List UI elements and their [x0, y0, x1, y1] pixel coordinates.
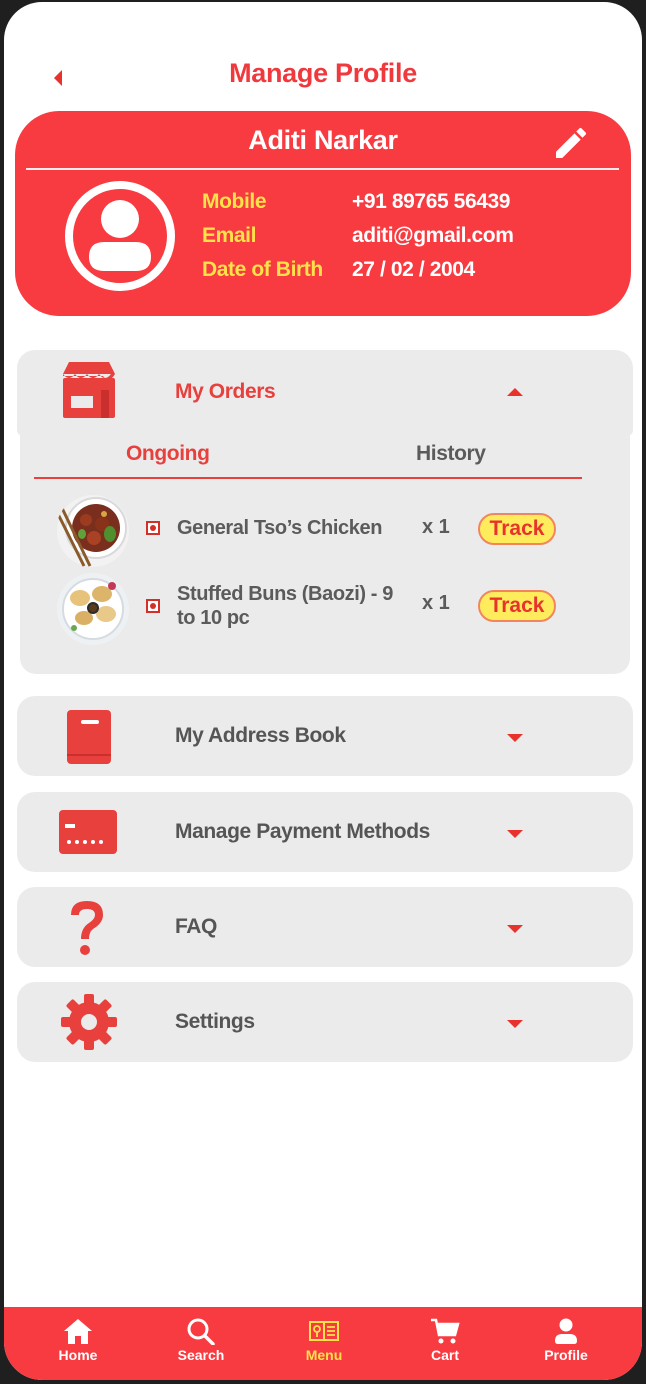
- profile-name: Aditi Narkar: [248, 125, 398, 155]
- nav-menu-label: Menu: [305, 1347, 343, 1363]
- payment-methods-section[interactable]: Manage Payment Methods: [17, 792, 633, 872]
- dob-value: 27 / 02 / 2004: [352, 258, 475, 281]
- nav-cart[interactable]: Cart: [395, 1317, 495, 1363]
- mobile-label: Mobile: [202, 190, 267, 213]
- nav-profile-label: Profile: [544, 1347, 588, 1363]
- nav-home-label: Home: [58, 1347, 98, 1363]
- order-row: General Tso’s Chicken x 1 Track: [20, 494, 630, 574]
- nav-profile[interactable]: Profile: [516, 1317, 616, 1363]
- page-title: Manage Profile: [229, 58, 417, 88]
- tab-history[interactable]: History: [416, 442, 486, 466]
- dob-label: Date of Birth: [202, 258, 323, 281]
- settings-title: Settings: [175, 1010, 255, 1033]
- orders-panel: Ongoing History General Tso’s Chicken x …: [20, 434, 630, 674]
- tab-underline: [34, 477, 582, 479]
- nav-search-label: Search: [177, 1347, 225, 1363]
- address-book-icon: [67, 710, 111, 764]
- nav-menu[interactable]: Menu: [274, 1317, 374, 1363]
- chevron-down-icon[interactable]: [505, 923, 525, 935]
- track-button[interactable]: Track: [478, 513, 556, 545]
- payment-methods-title: Manage Payment Methods: [175, 820, 430, 843]
- search-icon: [187, 1318, 215, 1345]
- dish-quantity: x 1: [422, 592, 450, 614]
- edit-pencil-icon[interactable]: [551, 123, 591, 163]
- dish-quantity: x 1: [422, 516, 450, 538]
- menu-book-icon: [309, 1321, 339, 1341]
- nav-search[interactable]: Search: [151, 1317, 251, 1363]
- my-orders-title: My Orders: [175, 380, 276, 403]
- stuffed-buns-image: [57, 573, 129, 645]
- gear-icon: [61, 994, 117, 1050]
- email-label: Email: [202, 224, 257, 247]
- faq-title: FAQ: [175, 915, 217, 938]
- header: Manage Profile: [4, 46, 642, 102]
- faq-section[interactable]: FAQ: [17, 887, 633, 967]
- store-icon: [63, 362, 115, 418]
- avatar-icon[interactable]: [63, 179, 177, 293]
- profile-icon: [555, 1318, 577, 1344]
- settings-section[interactable]: Settings: [17, 982, 633, 1062]
- tab-ongoing[interactable]: Ongoing: [126, 442, 210, 466]
- order-row: Stuffed Buns (Baozi) - 9 to 10 pc x 1 Tr…: [20, 572, 630, 652]
- chevron-down-icon[interactable]: [505, 732, 525, 744]
- nav-cart-label: Cart: [430, 1347, 459, 1363]
- track-button[interactable]: Track: [478, 590, 556, 622]
- non-veg-marker-icon: [146, 599, 160, 613]
- address-book-section[interactable]: My Address Book: [17, 696, 633, 776]
- credit-card-icon: [59, 810, 117, 854]
- my-orders-section[interactable]: My Orders: [17, 350, 633, 436]
- chevron-up-icon[interactable]: [505, 386, 525, 398]
- chevron-down-icon[interactable]: [505, 828, 525, 840]
- question-mark-icon: [71, 901, 103, 955]
- phone-screen: Manage Profile Aditi Narkar Mobile +91 8…: [4, 2, 642, 1380]
- bottom-nav: Home Search Menu Cart Profile: [4, 1307, 642, 1380]
- mobile-value: +91 89765 56439: [352, 190, 511, 213]
- dish-name: General Tso’s Chicken: [177, 517, 383, 539]
- profile-card: Aditi Narkar Mobile +91 89765 56439 Emai…: [15, 111, 631, 316]
- card-divider: [26, 168, 619, 170]
- cart-icon: [431, 1318, 460, 1344]
- chevron-down-icon[interactable]: [505, 1018, 525, 1030]
- dish-name: Stuffed Buns (Baozi) - 9 to 10 pc: [177, 583, 393, 629]
- non-veg-marker-icon: [146, 521, 160, 535]
- address-book-title: My Address Book: [175, 724, 346, 747]
- home-icon: [64, 1319, 92, 1344]
- nav-home[interactable]: Home: [28, 1317, 128, 1363]
- email-value: aditi@gmail.com: [352, 224, 514, 247]
- general-tso-chicken-image: [56, 495, 129, 567]
